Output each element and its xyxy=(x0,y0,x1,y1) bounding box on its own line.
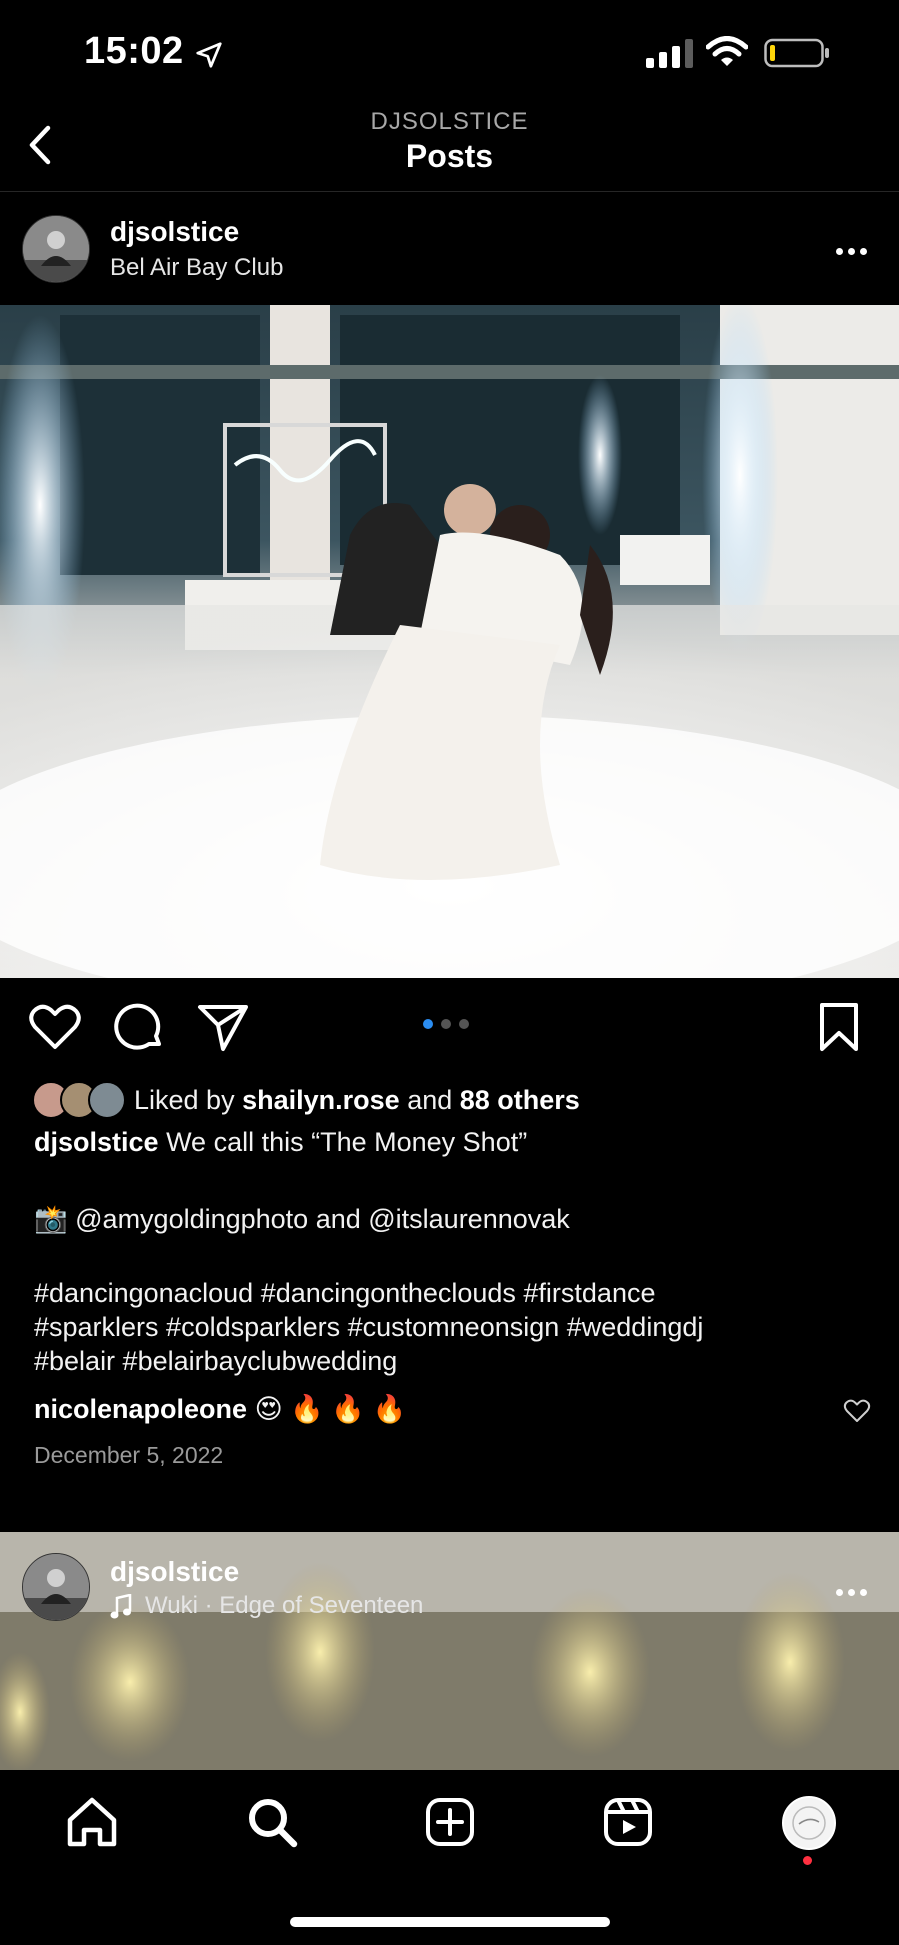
comment-line: nicolenapoleone 😍 🔥 🔥 🔥 xyxy=(34,1393,406,1425)
post-username[interactable]: djsolstice xyxy=(110,216,239,248)
battery-low-icon xyxy=(764,38,829,68)
post-author-avatar[interactable] xyxy=(22,215,90,283)
header-divider xyxy=(0,191,899,192)
likes-prefix: Liked by xyxy=(134,1085,235,1115)
carousel-dot xyxy=(459,1019,469,1029)
likes-user[interactable]: shailyn.rose xyxy=(242,1085,400,1115)
share-send-icon[interactable] xyxy=(196,1000,250,1054)
reels-icon[interactable] xyxy=(600,1794,656,1850)
hashtags-line-1[interactable]: #dancingonacloud #dancingontheclouds #fi… xyxy=(34,1278,655,1309)
wifi-icon xyxy=(706,36,748,66)
post2-author-avatar[interactable] xyxy=(22,1553,90,1621)
save-bookmark-icon[interactable] xyxy=(812,1000,866,1054)
music-note-icon xyxy=(110,1594,132,1619)
post2-audio-track[interactable]: Wuki · Edge of Seventeen xyxy=(145,1592,423,1620)
comment-user[interactable]: nicolenapoleone xyxy=(34,1394,247,1424)
home-indicator xyxy=(290,1917,610,1927)
search-icon[interactable] xyxy=(244,1794,300,1850)
cellular-signal-icon xyxy=(646,39,693,68)
comment-like-heart-icon[interactable] xyxy=(843,1398,871,1424)
post-location[interactable]: Bel Air Bay Club xyxy=(110,254,283,282)
comment-text: 😍 🔥 🔥 🔥 xyxy=(254,1394,407,1424)
post-photo[interactable] xyxy=(0,305,899,978)
page-title: Posts xyxy=(405,138,494,174)
post-date: December 5, 2022 xyxy=(34,1442,224,1468)
account-name: DJSOLSTICE xyxy=(370,108,529,135)
status-time: 15:02 xyxy=(84,30,184,72)
more-options-icon[interactable] xyxy=(836,242,880,258)
carousel-indicator xyxy=(423,1019,469,1029)
likes-line[interactable]: Liked by shailyn.rose and 88 others xyxy=(134,1085,580,1116)
liker-avatar xyxy=(88,1081,126,1119)
post2-more-options-icon[interactable] xyxy=(836,1583,880,1599)
caption-credit-line: 📸 @amygoldingphoto and @itslaurennovak xyxy=(34,1203,570,1235)
caption-author[interactable]: djsolstice xyxy=(34,1127,159,1157)
caption-credit[interactable]: @amygoldingphoto and @itslaurennovak xyxy=(75,1204,570,1234)
home-icon[interactable] xyxy=(64,1794,120,1850)
likes-middle: and xyxy=(407,1085,453,1115)
like-heart-icon[interactable] xyxy=(28,1000,82,1054)
post2-username[interactable]: djsolstice xyxy=(110,1556,239,1588)
liked-by-avatars[interactable] xyxy=(32,1081,126,1119)
caption-line: djsolstice We call this “The Money Shot” xyxy=(34,1127,527,1158)
hashtags-line-3[interactable]: #belair #belairbayclubwedding xyxy=(34,1346,397,1377)
location-arrow-icon xyxy=(196,42,222,68)
caption-text: We call this “The Money Shot” xyxy=(166,1127,528,1157)
hashtags-line-2[interactable]: #sparklers #coldsparklers #customneonsig… xyxy=(34,1312,703,1343)
notification-dot xyxy=(803,1856,812,1865)
carousel-dot xyxy=(441,1019,451,1029)
profile-avatar[interactable] xyxy=(782,1796,836,1850)
carousel-dot-active xyxy=(423,1019,433,1029)
comment-icon[interactable] xyxy=(112,1000,166,1054)
create-post-icon[interactable] xyxy=(422,1794,478,1850)
likes-others[interactable]: 88 others xyxy=(460,1085,580,1115)
camera-flash-emoji: 📸 xyxy=(34,1204,68,1234)
